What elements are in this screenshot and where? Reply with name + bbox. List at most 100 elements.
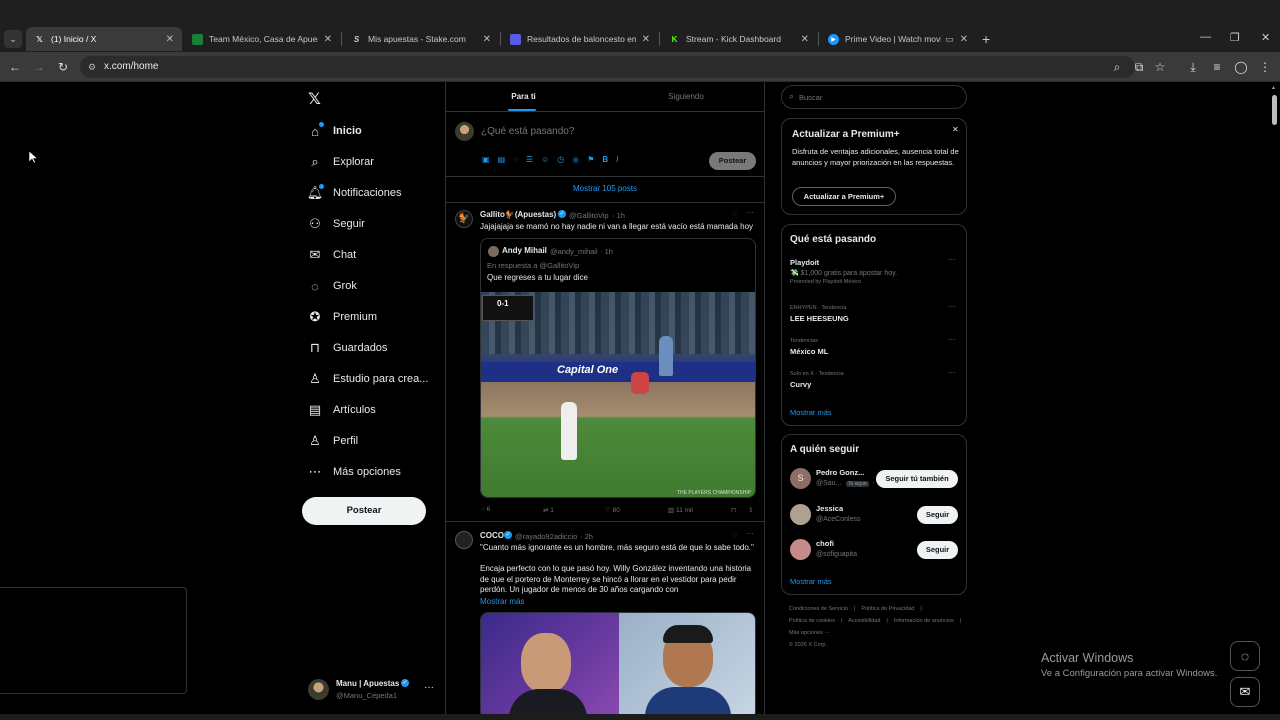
flag-icon[interactable]: ⚑ [587,155,594,164]
scrollbar[interactable]: ▲ [1271,85,1278,710]
post-handle[interactable]: @rayado92adiccio [515,532,577,541]
post-author[interactable]: COCO [480,531,504,540]
follow-button[interactable]: Seguir [917,506,958,524]
back-icon[interactable]: ← [7,59,23,75]
follow-suggestion[interactable]: chofi @sofiguapita Seguir [790,539,960,563]
browser-profile-icon[interactable]: ◯ [1233,59,1249,75]
poll-icon[interactable]: ☰ [526,155,533,164]
nav-item-follow[interactable]: ⚇ Seguir [308,213,365,235]
close-tab-icon[interactable]: ✕ [642,34,650,45]
tab-list-button[interactable]: ⌄ [4,30,22,48]
new-tab-button[interactable]: + [982,31,990,47]
nav-item-studio[interactable]: ♙ Estudio para crea... [308,368,428,390]
premium-button[interactable]: Actualizar a Premium+ [792,187,896,206]
post-time[interactable]: · 1h [612,211,625,220]
close-icon[interactable]: ✕ [952,125,959,134]
messages-float-button[interactable]: ✉ [1230,677,1260,707]
bookmark-star-icon[interactable]: ☆ [1152,59,1168,75]
grok-icon[interactable]: ◌ [513,155,518,164]
footer-link[interactable]: Política de Privacidad [861,606,914,612]
quote-video[interactable]: 0-1 Capital One THE PLAYERS CHAMPIONSHIP [481,292,755,497]
install-icon[interactable]: ⧉ [1131,59,1147,75]
location-icon[interactable]: ◉ [572,155,579,164]
zoom-icon[interactable]: ⌕ [1109,59,1125,75]
minimize-icon[interactable]: — [1200,31,1211,43]
close-tab-icon[interactable]: ✕ [801,34,809,45]
trend-item[interactable]: Solo en X · Tendencia Curvy ··· [790,368,960,411]
post-time[interactable]: · 2h [580,532,593,541]
italic-icon[interactable]: I [616,155,618,164]
nav-item-home[interactable]: ⌂ Inicio [308,120,362,142]
post-author[interactable]: Gallito🐓(Apuestas) [480,210,556,219]
nav-item-grok[interactable]: ◌ Grok [308,275,357,297]
grok-icon[interactable]: ◌ [732,209,737,218]
repost-button[interactable]: ⇄ 1 [543,506,554,514]
post-handle[interactable]: @GallitoVip [569,211,609,220]
trends-show-more[interactable]: Mostrar más [790,408,832,417]
show-more-link[interactable]: Mostrar más [480,597,524,606]
media-icon[interactable]: ≡ [1209,59,1225,75]
tab-siguiendo[interactable]: Siguiendo [606,82,766,112]
views-button[interactable]: ▥ 11 mil [668,506,693,514]
post-image[interactable] [480,612,756,720]
follow-suggestion[interactable]: Jessica @AceConless Seguir [790,504,960,528]
tab-x-home[interactable]: 𝕏 (1) Inicio / X ✕ [26,27,182,51]
gif-icon[interactable]: ▤ [498,155,506,164]
more-icon[interactable]: ··· [948,368,956,377]
close-tab-icon[interactable]: ✕ [483,34,491,45]
post[interactable]: 🐓 Gallito🐓(Apuestas) ✓ @GallitoVip · 1h … [446,203,764,521]
compose-post-button[interactable]: Postear [709,152,756,170]
compose-input[interactable]: ¿Qué está pasando? [481,126,574,137]
reload-icon[interactable]: ↻ [55,59,71,75]
more-icon[interactable]: ··· [948,302,956,311]
footer-link[interactable]: Condiciones de Servicio [789,606,848,612]
share-icon[interactable]: ⇪ [748,506,753,514]
footer-link[interactable]: Más opciones ··· [789,630,830,636]
close-window-icon[interactable]: ✕ [1261,31,1270,44]
tab-kick[interactable]: K Stream - Kick Dashboard ✕ [661,27,817,51]
nav-item-bookmark[interactable]: ⊓ Guardados [308,337,388,359]
close-tab-icon[interactable]: ✕ [166,34,174,45]
download-icon[interactable]: ⤓ [1185,59,1201,75]
reply-button[interactable]: ◌ 6 [481,506,490,513]
tab-para-ti[interactable]: Para ti [446,82,601,112]
like-button[interactable]: ♡ 80 [605,506,620,514]
bookmark-icon[interactable]: ⊓ [731,506,736,514]
close-tab-icon[interactable]: ✕ [960,34,968,45]
tab-team-mexico[interactable]: Team México, Casa de Apuestas ✕ [184,27,340,51]
show-more-posts[interactable]: Mostrar 105 posts [446,184,764,193]
follow-button[interactable]: Seguir [917,541,958,559]
more-icon[interactable]: ··· [424,682,434,693]
grok-icon[interactable]: ◌ [732,530,737,539]
follow-suggestion[interactable]: S Pedro Gonz... @Sau... Te sigue Seguir tú t… [790,468,960,492]
post[interactable]: COCO ✓ @rayado92adiccio · 2h ◌ ··· "Cuan… [446,522,764,720]
follow-button[interactable]: Seguir tú también [876,470,958,488]
follow-show-more[interactable]: Mostrar más [790,577,832,586]
close-tab-icon[interactable]: ✕ [324,34,332,45]
footer-link[interactable]: Política de cookies [789,618,835,624]
footer-link[interactable]: Información de anuncios [894,618,954,624]
nav-item-bell[interactable]: 🔔︎ Notificaciones [307,182,401,204]
tab-prime-video[interactable]: ▶ Prime Video | Watch movie ▭ ✕ [820,27,976,51]
nav-item-more[interactable]: ⋯ Más opciones [308,461,401,483]
tab-stake[interactable]: S Mis apuestas - Stake.com ✕ [343,27,499,51]
tab-resultados[interactable]: Resultados de baloncesto en di ✕ [502,27,658,51]
x-logo-icon[interactable]: 𝕏 [308,89,321,109]
account-switcher[interactable]: Manu | Apuestas ✓ @Manu_Cepeda1 ··· [308,678,438,702]
scroll-up-icon[interactable]: ▲ [1271,85,1276,91]
search-input[interactable]: ⌕ Buscar [781,85,967,109]
site-info-icon[interactable]: ⚙ [88,56,96,78]
bold-icon[interactable]: B [602,155,608,164]
nav-item-premium[interactable]: ✪ Premium [308,306,377,328]
more-icon[interactable]: ··· [746,208,754,217]
more-icon[interactable]: ··· [948,335,956,344]
quote-post[interactable]: Andy Mihail @andy_mihail · 1h En respues… [480,238,756,498]
nav-item-profile[interactable]: ♙ Perfil [308,430,358,452]
emoji-icon[interactable]: ☺ [541,155,549,164]
nav-item-search[interactable]: ⌕ Explorar [308,151,374,173]
restore-icon[interactable]: ❐ [1230,31,1240,44]
forward-icon[interactable]: → [31,59,47,75]
trend-item[interactable]: Playdoit 💸 $1,000 gratis para apostar hoy… [790,255,960,298]
grok-float-button[interactable]: ◌ [1230,641,1260,671]
more-icon[interactable]: ··· [948,255,956,264]
